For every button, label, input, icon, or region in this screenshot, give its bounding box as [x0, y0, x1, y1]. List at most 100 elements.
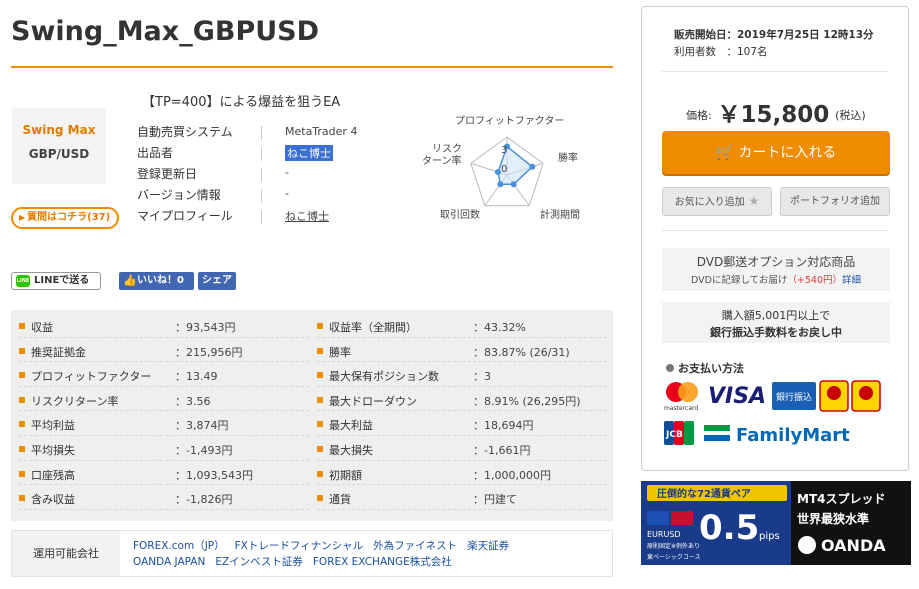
- thumbs-up-icon: 👍: [123, 274, 137, 287]
- broker-link[interactable]: FOREX.com（JP）: [133, 540, 225, 552]
- stat-row: リスクリターン率 ：3.56: [19, 387, 309, 412]
- stat-row: 口座残高 ：1,093,543円: [19, 461, 309, 486]
- jcb-logo: JCB: [664, 421, 694, 445]
- profile-link[interactable]: ねこ博士: [285, 208, 329, 224]
- info-value-platform: MetaTrader 4: [285, 125, 358, 138]
- users-label: 利用者数 ：: [674, 46, 737, 58]
- daily-logo: [851, 380, 881, 412]
- arrow-right-icon: ▶: [19, 213, 26, 222]
- stats-right-column: 収益率（全期間） ：43.32% 勝率 ：83.87% (26/31) 最大保有ポジショ…: [317, 313, 607, 510]
- info-divider: [261, 147, 262, 161]
- banner-brand: OANDA: [821, 536, 886, 555]
- stat-key: 最大利益: [329, 419, 373, 433]
- stat-value: ：8.91% (26,295円): [473, 394, 581, 408]
- stat-value: ：13.49: [175, 370, 218, 384]
- bullet-icon: [317, 421, 323, 428]
- stat-row: 最大損失 ：-1,661円: [317, 436, 607, 461]
- stat-value: ：83.87% (26/31): [473, 345, 570, 359]
- add-to-cart-button[interactable]: 🛒 カートに入れる: [662, 131, 890, 174]
- stat-key: 最大損失: [329, 443, 373, 457]
- mastercard-text: mastercard: [664, 405, 698, 412]
- radar-label-risk1: リスク: [432, 143, 462, 155]
- stat-key: リスクリターン率: [31, 394, 119, 408]
- banner-right-line1: MT4スプレッド: [797, 491, 885, 506]
- bullet-icon: [19, 372, 25, 379]
- info-divider: [261, 168, 262, 182]
- oanda-ad-banner[interactable]: 圧倒的な72通貨ペア EURUSD 0.5 pips 原則固定※例外あり 東ベー…: [641, 481, 911, 565]
- stats-left-column: 収益 ：93,543円 推奨証拠金 ：215,956円 プロフィットファクター ：13.4…: [19, 313, 309, 510]
- price: 価格: ￥15,800 (税込): [686, 95, 866, 129]
- bullet-icon: [317, 495, 323, 502]
- product-tagline: 【TP=400】による爆益を狙うEA: [142, 95, 341, 110]
- radar-point: [529, 163, 536, 170]
- stat-value: ：43.32%: [473, 321, 526, 334]
- dvd-detail-link[interactable]: 詳細: [842, 275, 861, 286]
- bullet-icon: [19, 445, 25, 452]
- page-title: Swing_Max_GBPUSD: [11, 16, 320, 47]
- bullet-icon: [19, 421, 25, 428]
- radar-label-period: 計測期間: [540, 208, 580, 221]
- stat-key: 通貨: [329, 493, 351, 507]
- radar-label-win: 勝率: [558, 151, 578, 164]
- stat-key: 最大保有ポジション数: [329, 370, 439, 384]
- broker-link[interactable]: 楽天証券: [467, 540, 509, 552]
- bank-transfer-text: 銀行振込: [776, 391, 812, 403]
- line-share-label: LINEで送る: [34, 275, 90, 286]
- bullet-icon: [317, 323, 323, 329]
- star-icon: ★: [748, 194, 760, 208]
- radar-chart: プロフィットファクター 勝率 計測期間 取引回数 リスク ターン率 3 0: [422, 115, 580, 221]
- add-favorite-button[interactable]: お気に入り追加 ★: [662, 187, 772, 216]
- stat-key: 平均利益: [31, 419, 75, 433]
- brokers-list: FOREX.com（JP） FXトレードフィナンシャル 外為ファイネスト 楽天証券 OA…: [133, 538, 603, 570]
- radar-point: [497, 181, 504, 188]
- bank-transfer-logo: 銀行振込: [772, 382, 816, 410]
- bullet-icon: [19, 396, 25, 403]
- info-key: バージョン情報: [137, 188, 221, 202]
- dvd-title: DVD郵送オプション対応商品: [696, 255, 856, 269]
- dvd-price: （+540円）: [787, 275, 842, 286]
- stat-row: 収益 ：93,543円: [19, 313, 309, 338]
- stat-value: ：3: [473, 370, 491, 384]
- purchase-sidebar: 販売開始日：2019年7月25日 12時13分 利用者数 ：107名 価格: ￥…: [641, 6, 909, 471]
- broker-link[interactable]: EZインベスト証券: [215, 556, 303, 568]
- broker-link[interactable]: FOREX EXCHANGE株式会社: [313, 556, 452, 568]
- stat-value: ：-1,661円: [473, 443, 531, 457]
- seller-link[interactable]: ねこ博士: [285, 145, 333, 161]
- facebook-share-button[interactable]: シェア: [198, 272, 236, 290]
- stat-row: 最大保有ポジション数 ：3: [317, 362, 607, 387]
- stat-key: 勝率: [329, 345, 351, 359]
- payment-logos-row1: mastercard VISA 銀行振込: [664, 380, 881, 412]
- stat-key: 収益: [31, 321, 53, 334]
- facebook-like-button[interactable]: 👍 いいね！0: [119, 272, 194, 290]
- dvd-desc-line: DVDに記録してお届け（+540円）詳細: [662, 272, 890, 286]
- line-share-button[interactable]: LINE LINEで送る: [11, 272, 101, 290]
- bullet-icon: [19, 495, 25, 502]
- bullet-icon: [317, 396, 323, 403]
- question-button-label: 質問はコチラ(37): [27, 212, 111, 223]
- stat-row: 平均損失 ：-1,493円: [19, 436, 309, 461]
- visa-logo: VISA: [708, 384, 766, 409]
- stat-value: ：3,874円: [175, 419, 229, 433]
- stat-value: ：円建て: [473, 493, 517, 507]
- add-portfolio-button[interactable]: ポートフォリオ追加: [780, 187, 890, 216]
- info-value-version: -: [285, 187, 289, 200]
- stat-row: 収益率（全期間） ：43.32%: [317, 313, 607, 338]
- banner-top-text: 圧倒的な72通貨ペア: [657, 487, 751, 500]
- stat-value: ：3.56: [175, 394, 211, 408]
- broker-link[interactable]: FXトレードフィナンシャル: [235, 540, 364, 552]
- bank-refund-box: 購入額5,001円以上で 銀行振込手数料をお戻し中: [662, 302, 890, 343]
- radar-tick-3: 3: [501, 145, 507, 156]
- banner-right-line2: 世界最狭水準: [797, 511, 869, 526]
- bullet-icon: [666, 364, 674, 372]
- stat-key: 収益率（全期間）: [329, 321, 417, 334]
- question-button[interactable]: ▶ 質問はコチラ(37): [11, 207, 119, 229]
- stat-row: プロフィットファクター ：13.49: [19, 362, 309, 387]
- broker-link[interactable]: 外為ファイネスト: [373, 540, 457, 552]
- bullet-icon: [317, 470, 323, 477]
- banner-pair: EURUSD: [647, 530, 681, 539]
- stat-value: ：18,694円: [473, 419, 534, 433]
- banner-spread-unit: pips: [759, 531, 780, 542]
- info-value-updated: -: [285, 166, 289, 179]
- bullet-icon: [19, 470, 25, 477]
- broker-link[interactable]: OANDA JAPAN: [133, 556, 205, 568]
